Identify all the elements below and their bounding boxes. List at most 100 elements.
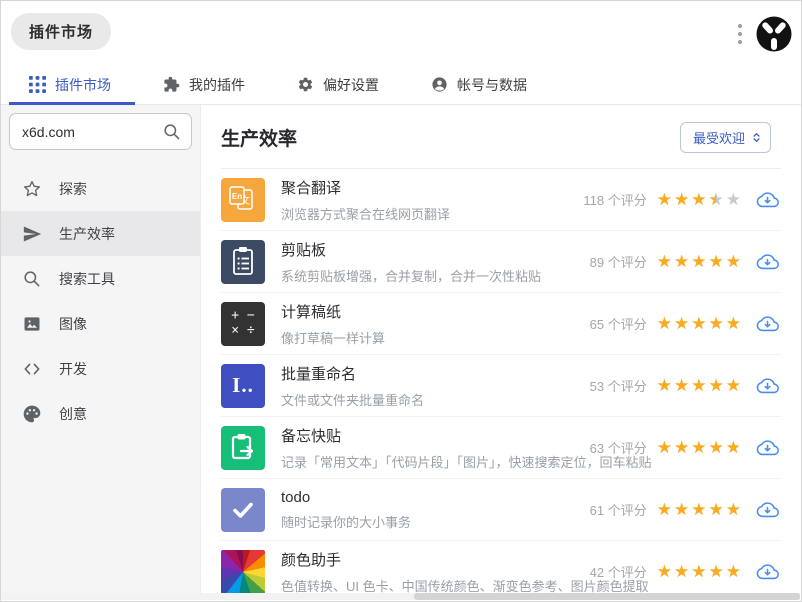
- plugin-rating-area: 65 个评分 ★ ★ ★ ★ ★ ★ ★ ★ ★ ★: [590, 313, 781, 335]
- plugin-name: 剪贴板: [281, 241, 327, 259]
- sidebar-item-label: 开发: [59, 360, 87, 377]
- plugin-row[interactable]: I.. 批量重命名 文件或文件夹批量重命名 53 个评分 ★ ★ ★ ★ ★ ★ ★ ★ ★ ★: [221, 355, 781, 417]
- star-icon: ★★: [725, 314, 741, 333]
- plugin-name: 颜色助手: [281, 551, 342, 569]
- plugin-description: 系统剪贴板增强，合并复制，合并一次性粘贴: [281, 268, 542, 284]
- translate-tile-icon: 文 En: [221, 177, 265, 222]
- star-icon: ★★: [674, 314, 690, 333]
- plugin-name: 聚合翻译: [281, 179, 342, 197]
- search-icon[interactable]: [162, 122, 182, 147]
- plugin-rating-area: 53 个评分 ★ ★ ★ ★ ★ ★ ★ ★ ★ ★: [590, 375, 781, 397]
- tab-label: 偏好设置: [323, 76, 379, 93]
- star-rating: ★★★★★★★★★★: [657, 253, 741, 270]
- titlebar-actions: [734, 15, 793, 53]
- star-icon: ★★: [708, 252, 724, 271]
- sidebar-item-2[interactable]: 生产效率: [1, 211, 200, 256]
- tab-2[interactable]: 我的插件: [163, 75, 245, 95]
- star-icon: ★★: [656, 376, 672, 395]
- plugin-name: 计算稿纸: [281, 303, 342, 321]
- cloud-download-button[interactable]: [754, 499, 781, 521]
- sidebar-item-6[interactable]: 创意: [1, 391, 200, 436]
- horizontal-scrollbar-thumb[interactable]: [414, 593, 800, 600]
- cloud-download-button[interactable]: [754, 251, 781, 273]
- content: 探索生产效率搜索工具图像开发创意 生产效率 最受欢迎 文En聚合翻译浏览器方式聚…: [1, 105, 801, 600]
- star-icon: ★★: [691, 438, 707, 457]
- sidebar: 探索生产效率搜索工具图像开发创意: [1, 105, 201, 600]
- plugin-row[interactable]: + − × ÷ 计算稿纸像打草稿一样计算 65 个评分 ★ ★ ★ ★ ★ ★ ★ ★ ★ ★: [221, 293, 781, 355]
- cloud-download-button[interactable]: [754, 189, 781, 211]
- cloud-download-button[interactable]: [754, 437, 781, 459]
- star-icon: ★★: [691, 376, 707, 395]
- sidebar-item-label: 创意: [59, 405, 87, 422]
- plugin-row[interactable]: 备忘快贴记录「常用文本」「代码片段」「图片」，快速搜索定位，回车粘贴 63 个评分…: [221, 417, 781, 479]
- gear-icon: [297, 76, 314, 93]
- plugin-description: 像打草稿一样计算: [281, 330, 386, 346]
- plugin-row[interactable]: todo 随时记录你的大小事务 61 个评分 ★ ★ ★ ★ ★ ★ ★ ★ ★ ★: [221, 479, 781, 541]
- tab-label: 插件市场: [55, 76, 111, 93]
- star-icon: ★★: [674, 376, 690, 395]
- sort-dropdown[interactable]: 最受欢迎: [679, 122, 771, 153]
- star-rating: ★★★★★★★★★★: [657, 377, 741, 394]
- palette-icon: [22, 404, 42, 424]
- calc-tile-icon: + − × ÷: [221, 301, 265, 346]
- star-icon: [22, 179, 42, 199]
- sidebar-item-5[interactable]: 开发: [1, 346, 200, 391]
- cloud-download-button[interactable]: [754, 313, 781, 335]
- plugin-info: 批量重命名 文件或文件夹批量重命名: [281, 363, 424, 409]
- tab-3[interactable]: 偏好设置: [297, 75, 379, 95]
- star-rating: ★★★★★★★★★★: [657, 191, 741, 208]
- star-icon: ★★: [725, 438, 741, 457]
- plugin-info: todo 随时记录你的大小事务: [281, 489, 411, 531]
- sidebar-item-4[interactable]: 图像: [1, 301, 200, 346]
- star-icon: ★★: [656, 562, 672, 581]
- tab-4[interactable]: 帐号与数据: [431, 75, 527, 95]
- star-icon: ★★: [691, 500, 707, 519]
- plugin-row[interactable]: 文En聚合翻译浏览器方式聚合在线网页翻译118 个评分★★★★★★★★★★: [221, 169, 781, 231]
- puzzle-icon: [163, 76, 180, 93]
- star-icon: ★★: [725, 562, 741, 581]
- rating-count: 63 个评分: [589, 441, 647, 456]
- plugin-info: 备忘快贴记录「常用文本」「代码片段」「图片」，快速搜索定位，回车粘贴: [281, 425, 652, 471]
- plugin-rating-area: 89 个评分 ★ ★ ★ ★ ★ ★ ★ ★ ★ ★: [590, 251, 781, 273]
- tab-label: 帐号与数据: [457, 76, 527, 93]
- star-icon: ★★: [708, 376, 724, 395]
- star-icon: ★★: [691, 562, 707, 581]
- sidebar-item-label: 生产效率: [59, 225, 115, 242]
- kebab-menu-icon[interactable]: [734, 18, 746, 50]
- plugin-info: 计算稿纸像打草稿一样计算: [281, 301, 385, 347]
- sidebar-item-3[interactable]: 搜索工具: [1, 256, 200, 301]
- app-window: 插件市场 插件市场 我的插件 偏好设置 帐号与数据 x6d.com 探索 生产效…: [0, 0, 802, 602]
- plugin-description: 记录「常用文本」「代码片段」「图片」，快速搜索定位，回车粘贴: [281, 454, 652, 470]
- main-header: 生产效率 最受欢迎: [201, 105, 801, 153]
- colors-tile-icon: [221, 549, 265, 594]
- plugin-rating-area: 61 个评分 ★ ★ ★ ★ ★ ★ ★ ★ ★ ★: [590, 499, 781, 521]
- plugin-row[interactable]: 颜色助手 色值转换、UI 色卡、中国传统颜色、渐变色参考、图片颜色提取 42 个评分…: [221, 541, 781, 600]
- account-icon: [431, 76, 448, 93]
- image-icon: [22, 314, 42, 334]
- star-rating: ★★★★★★★★★★: [657, 563, 741, 580]
- sidebar-item-1[interactable]: 探索: [1, 166, 200, 211]
- horizontal-scrollbar[interactable]: [2, 593, 800, 600]
- active-tab-underline: [9, 102, 135, 105]
- tab-1[interactable]: 插件市场: [29, 75, 111, 95]
- cloud-download-button[interactable]: [754, 375, 781, 397]
- sidebar-item-label: 探索: [59, 180, 87, 197]
- star-icon: ★★: [674, 438, 690, 457]
- code-icon: [22, 359, 42, 379]
- star-icon: ★★: [708, 314, 724, 333]
- svg-text:En: En: [232, 192, 242, 201]
- plugin-description: 随时记录你的大小事务: [281, 514, 412, 530]
- star-icon: ★★: [674, 562, 690, 581]
- clipboard-tile-icon: [221, 239, 265, 284]
- star-icon: ★★: [708, 190, 724, 209]
- plugin-name: 备忘快贴: [281, 427, 342, 445]
- memo-tile-icon: [221, 425, 265, 470]
- plugin-row[interactable]: 剪贴板 系统剪贴板增强，合并复制，合并一次性粘贴 89 个评分 ★ ★ ★ ★ ★ ★ ★ ★ ★ ★: [221, 231, 781, 293]
- utools-logo-icon[interactable]: [755, 15, 793, 53]
- star-rating: ★★★★★★★★★★: [657, 315, 741, 332]
- star-icon: ★★: [656, 252, 672, 271]
- cloud-download-button[interactable]: [754, 561, 781, 583]
- star-rating: ★★★★★★★★★★: [657, 439, 741, 456]
- grid-icon: [29, 76, 46, 93]
- star-icon: ★★: [708, 500, 724, 519]
